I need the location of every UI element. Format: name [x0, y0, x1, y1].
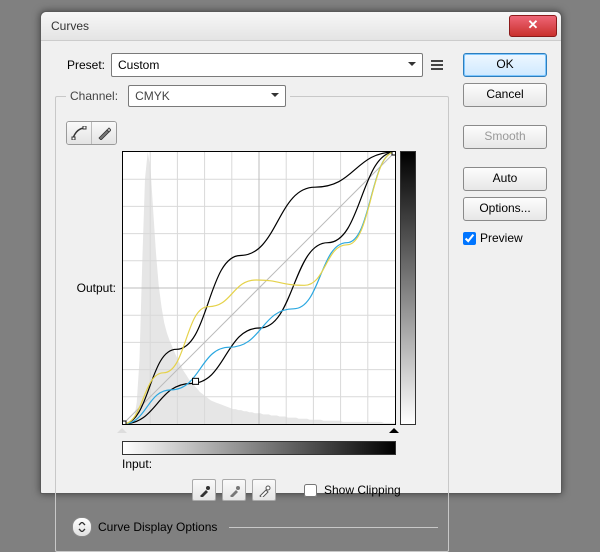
- preset-menu-icon[interactable]: [429, 56, 449, 74]
- titlebar[interactable]: Curves ✕: [41, 12, 561, 41]
- white-eyedropper[interactable]: [252, 479, 276, 501]
- output-gradient: [400, 151, 416, 425]
- channel-dropdown[interactable]: CMYK: [128, 85, 286, 107]
- cancel-button[interactable]: Cancel: [463, 83, 547, 107]
- expand-display-options[interactable]: [72, 517, 92, 537]
- divider: [229, 527, 438, 528]
- output-label: Output:: [66, 151, 122, 425]
- show-clipping[interactable]: Show Clipping: [300, 481, 401, 500]
- curves-dialog: Curves ✕ Preset: Custom Channel: CMYK: [40, 11, 562, 494]
- curves-graph[interactable]: [122, 151, 396, 425]
- curve-pencil-tool[interactable]: [91, 122, 116, 144]
- preset-value: Custom: [118, 58, 159, 72]
- channel-label: Channel:: [70, 89, 118, 103]
- smooth-button[interactable]: Smooth: [463, 125, 547, 149]
- input-gradient: [122, 441, 396, 455]
- curve-point-tool[interactable]: [67, 122, 91, 144]
- preset-label: Preset:: [55, 58, 105, 72]
- white-point-slider[interactable]: [117, 423, 127, 433]
- ok-button[interactable]: OK: [463, 53, 547, 77]
- preview-checkbox[interactable]: [463, 232, 476, 245]
- input-label: Input:: [122, 457, 152, 471]
- options-button[interactable]: Options...: [463, 197, 547, 221]
- gray-eyedropper[interactable]: [222, 479, 246, 501]
- preview-label: Preview: [480, 231, 523, 245]
- black-eyedropper[interactable]: [192, 479, 216, 501]
- window-title: Curves: [51, 19, 509, 33]
- auto-button[interactable]: Auto: [463, 167, 547, 191]
- input-sliders[interactable]: [122, 425, 394, 435]
- curve-tool-buttons: [66, 121, 117, 145]
- show-clipping-checkbox[interactable]: [304, 484, 317, 497]
- close-button[interactable]: ✕: [509, 15, 557, 37]
- show-clipping-label: Show Clipping: [324, 483, 401, 497]
- preset-dropdown[interactable]: Custom: [111, 53, 423, 77]
- black-point-slider[interactable]: [389, 423, 399, 433]
- channel-group: Channel: CMYK Output:: [55, 85, 449, 552]
- channel-value: CMYK: [135, 89, 170, 103]
- expand-label: Curve Display Options: [98, 520, 217, 534]
- preview[interactable]: Preview: [463, 231, 547, 245]
